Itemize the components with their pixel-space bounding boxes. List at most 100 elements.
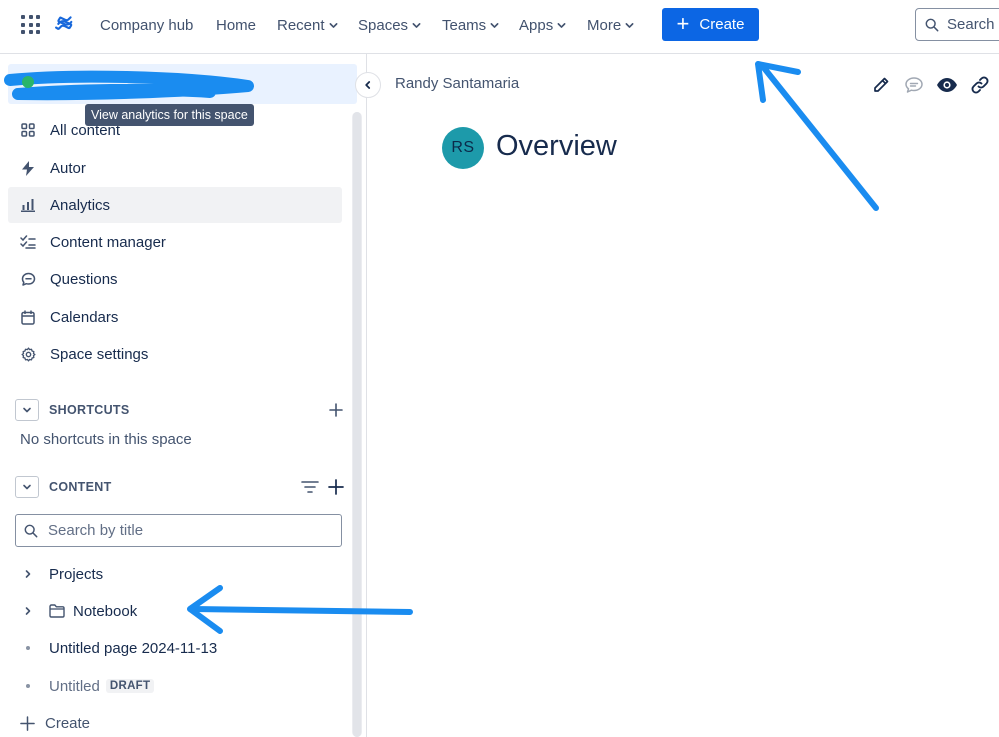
nav-label: More — [587, 16, 622, 34]
nav-more[interactable]: More — [587, 15, 634, 35]
folder-icon — [49, 604, 65, 618]
link-icon — [971, 76, 989, 94]
tree-item-projects[interactable]: Projects — [15, 561, 103, 587]
chevron-right-icon[interactable] — [15, 569, 41, 579]
nav-apps[interactable]: Apps — [519, 15, 566, 35]
plus-icon: + — [676, 10, 690, 36]
analytics-tooltip: View analytics for this space — [85, 104, 254, 126]
sidebar-item-calendars[interactable]: Calendars — [8, 299, 342, 335]
comments-button[interactable] — [903, 74, 925, 96]
chevron-down-icon — [23, 484, 31, 490]
chevron-down-icon — [490, 22, 499, 28]
tree-item-untitled-draft[interactable]: Untitled DRAFT — [15, 673, 155, 699]
nav-company-hub[interactable]: Company hub — [100, 15, 193, 35]
tree-item-label: Untitled — [49, 677, 100, 695]
nav-label: Home — [216, 16, 257, 34]
create-button[interactable]: + Create — [662, 8, 759, 41]
nav-home[interactable]: Home — [216, 15, 256, 35]
search-icon — [925, 18, 939, 31]
search-by-title-field[interactable] — [15, 514, 342, 547]
sidebar-item-label: Space settings — [50, 345, 149, 363]
sidebar-item-label: Autor — [50, 159, 86, 177]
sidebar-create-label: Create — [45, 714, 91, 732]
add-shortcut-button[interactable] — [327, 401, 345, 419]
search-by-title-input[interactable] — [48, 522, 318, 539]
sidebar-item-automation[interactable]: Autor — [8, 150, 342, 186]
scrollbar-thumb[interactable] — [353, 112, 361, 737]
global-search-input[interactable]: Search — [915, 8, 999, 41]
filter-content-button[interactable] — [301, 478, 319, 496]
chevron-left-icon — [365, 81, 371, 89]
shortcuts-section-header: SHORTCUTS — [15, 398, 345, 422]
sidebar-item-questions[interactable]: Questions — [8, 261, 342, 297]
nav-label: Company hub — [100, 16, 194, 34]
chevron-down-icon — [412, 22, 421, 28]
sidebar-item-label: Calendars — [50, 308, 119, 326]
tree-item-notebook[interactable]: Notebook — [15, 598, 137, 624]
bar-chart-icon — [20, 197, 36, 213]
pencil-icon — [874, 77, 889, 92]
content-actions — [301, 475, 345, 499]
nav-spaces[interactable]: Spaces — [358, 15, 421, 35]
arrow-to-create — [755, 61, 879, 211]
chevron-down-icon — [625, 22, 634, 28]
plus-icon — [329, 403, 343, 417]
content-section-header: CONTENT — [15, 475, 345, 499]
filter-icon — [301, 481, 319, 493]
calendar-icon — [20, 309, 36, 325]
tree-item-label: Notebook — [73, 602, 138, 620]
collapse-sidebar-button[interactable] — [355, 72, 381, 98]
nav-label: Recent — [277, 16, 325, 34]
sidebar-item-analytics[interactable]: Analytics — [8, 187, 342, 223]
nav-teams[interactable]: Teams — [442, 15, 499, 35]
copy-link-button[interactable] — [969, 74, 991, 96]
author-avatar[interactable]: RS — [442, 127, 484, 169]
content-title: CONTENT — [49, 480, 112, 494]
no-shortcuts-message: No shortcuts in this space — [20, 431, 192, 448]
nav-label: Teams — [442, 16, 487, 34]
grid-icon — [20, 122, 36, 138]
search-icon — [24, 524, 38, 537]
watch-button[interactable] — [936, 74, 958, 96]
sidebar-create-button[interactable]: Create — [20, 711, 90, 735]
nav-recent[interactable]: Recent — [277, 15, 338, 35]
tree-item-untitled-page[interactable]: Untitled page 2024-11-13 — [15, 635, 217, 661]
create-button-label: Create — [699, 16, 745, 33]
chevron-right-icon[interactable] — [15, 606, 41, 616]
lightning-icon — [20, 160, 36, 176]
comment-icon — [905, 77, 923, 93]
sidebar-scrollbar[interactable] — [352, 112, 362, 737]
sidebar-item-label: Content manager — [50, 233, 166, 251]
tree-item-label: Untitled page 2024-11-13 — [49, 639, 218, 657]
sidebar-item-label: Analytics — [50, 196, 111, 214]
nav-label: Apps — [519, 16, 554, 34]
content-collapse-toggle[interactable] — [15, 476, 39, 498]
shortcuts-collapse-toggle[interactable] — [15, 399, 39, 421]
add-content-button[interactable] — [327, 478, 345, 496]
gear-icon — [20, 346, 36, 362]
page-toolbar — [870, 73, 991, 97]
top-navigation: Company hub Home Recent Spaces Teams App… — [0, 0, 999, 54]
draft-badge: DRAFT — [105, 679, 155, 693]
eye-icon — [937, 78, 957, 92]
plus-icon — [20, 715, 35, 731]
chevron-down-icon — [557, 22, 566, 28]
space-header[interactable] — [8, 64, 357, 104]
bullet-icon — [15, 684, 41, 688]
sidebar-item-space-settings[interactable]: Space settings — [8, 336, 342, 372]
sidebar-item-content-manager[interactable]: Content manager — [8, 224, 342, 260]
bullet-icon — [15, 646, 41, 650]
page-title: Overview — [496, 130, 617, 162]
edit-button[interactable] — [870, 74, 892, 96]
chevron-down-icon — [23, 407, 31, 413]
confluence-logo-icon[interactable] — [54, 13, 76, 35]
chevron-down-icon — [329, 22, 337, 28]
page-author: Randy Santamaria — [395, 75, 520, 92]
chat-bubble-icon — [20, 271, 36, 287]
nav-label: Spaces — [358, 16, 409, 34]
plus-icon — [328, 479, 344, 495]
shortcuts-actions — [327, 398, 345, 422]
shortcuts-title: SHORTCUTS — [49, 403, 130, 417]
tree-item-label: Projects — [49, 565, 104, 583]
app-switcher-icon[interactable] — [20, 14, 40, 34]
